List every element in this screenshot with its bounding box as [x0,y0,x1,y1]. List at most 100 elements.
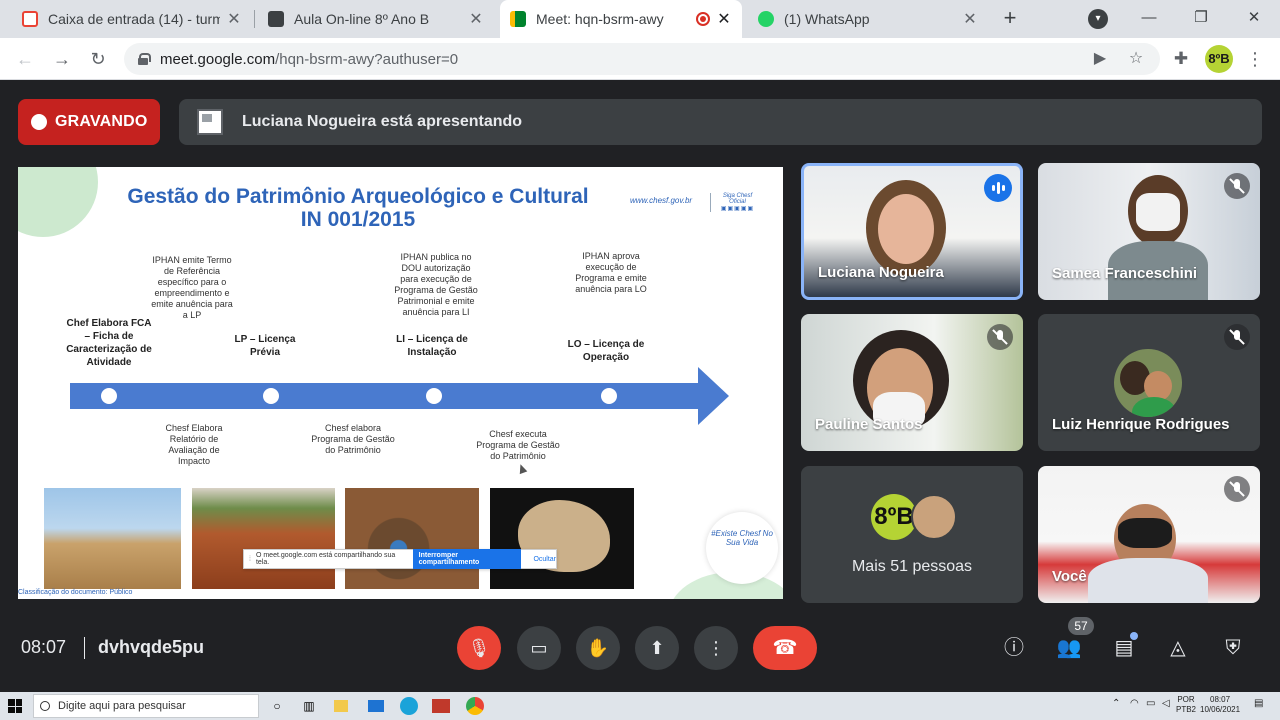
more-options-button[interactable]: ⋮ [694,626,738,670]
mail-icon[interactable] [368,700,384,712]
close-icon[interactable]: ✕ [226,9,242,29]
forward-arrow-icon[interactable]: → [50,47,74,71]
participant-tile[interactable]: Luciana Nogueira [801,163,1023,300]
end-call-button[interactable]: ☎ [753,626,817,670]
participant-name: Pauline Santos [815,416,923,433]
gmail-icon [22,11,38,27]
slide-stage-label: LI – Licença de Instalação [396,334,468,358]
tab-meet[interactable]: Meet: hqn-bsrm-awy ✕ [500,0,742,38]
profile-avatar[interactable]: 8ºB [1205,45,1233,73]
drag-handle-icon[interactable]: ⁞ [249,556,251,563]
host-controls-shield-icon[interactable]: ⛨ [1219,634,1247,662]
self-view-tile[interactable]: Você [1038,466,1260,603]
social-icons: ▣▣▣▣▣ [720,206,755,212]
participant-tile[interactable]: Pauline Santos [801,314,1023,451]
avatar [1114,349,1182,417]
back-arrow-icon[interactable]: ← [13,47,37,71]
raise-hand-button[interactable]: ✋ [576,626,620,670]
excavation-photo [192,488,335,589]
more-vert-icon: ⋮ [707,638,725,658]
close-icon[interactable]: ✕ [962,9,978,29]
tab-title: Caixa de entrada (14) - turm [48,11,220,27]
camera-toggle-button[interactable]: ▭ [517,626,561,670]
close-icon[interactable]: ✕ [468,9,484,29]
people-icon[interactable]: 👥 [1055,634,1083,662]
maximize-button[interactable]: ❐ [1184,4,1218,32]
participant-tile[interactable]: Luiz Henrique Rodrigues [1038,314,1260,451]
input-language[interactable]: POR PTB2 [1176,695,1196,715]
taskbar-clock[interactable]: 08:07 10/06/2021 [1200,695,1240,715]
tab-gmail[interactable]: Caixa de entrada (14) - turm ✕ [12,0,252,38]
camera-icon[interactable]: ▶ [1090,49,1110,69]
battery-icon[interactable]: ▭ [1146,698,1155,709]
participant-tile[interactable]: Samea Franceschini [1038,163,1260,300]
browser-menu-icon[interactable]: ⋮ [1246,48,1264,70]
meet-icon [510,11,526,27]
slide-note-bottom: Chesf executa Programa de Gestão do Patr… [476,429,560,461]
slide-title: Gestão do Patrimônio Arqueológico e Cult… [18,185,698,231]
url-text: meet.google.com/hqn-bsrm-awy?authuser=0 [160,51,458,68]
recording-label: GRAVANDO [55,113,148,130]
timeline-node [601,388,617,404]
slide-stage-label: LO – Licença de Operação [567,339,645,363]
slide-title-line2: IN 001/2015 [300,208,416,231]
tab-title: (1) WhatsApp [784,11,870,27]
hide-notice-button[interactable]: Ocultar [533,556,556,563]
slide-social: Siga Chesf Oficial ▣▣▣▣▣ [710,193,760,212]
people-count-badge: 57 [1068,617,1094,635]
timeline-arrowhead [698,367,729,425]
volume-icon[interactable]: ◁ [1162,698,1170,709]
network-icon[interactable]: ◠ [1130,698,1139,709]
meeting-info-icon[interactable]: ⓘ [1000,634,1028,662]
search-icon [40,701,50,711]
mic-off-icon [1224,476,1250,502]
task-view-icon[interactable]: ▥ [300,697,318,715]
screen-share-notice: ⁞ O meet.google.com está compartilhando … [243,549,557,569]
minimize-button[interactable]: — [1132,4,1166,32]
present-icon: ⬆ [649,638,665,658]
lock-icon[interactable] [138,53,151,65]
url-path: /hqn-bsrm-awy?authuser=0 [275,50,459,68]
timeline-node [426,388,442,404]
extensions-puzzle-icon[interactable]: ✚ [1170,48,1192,70]
window-close-button[interactable]: ✕ [1237,4,1271,32]
slide-note-top: IPHAN publica no DOU autorização para ex… [394,252,478,317]
activities-icon[interactable]: ◬ [1164,634,1192,662]
app-icon[interactable] [432,699,450,713]
present-screen-button[interactable]: ⬆ [635,626,679,670]
windows-start-icon[interactable] [8,699,22,713]
tray-chevron-icon[interactable]: ⌃ [1112,698,1120,709]
tab-title: Aula On-line 8º Ano B [294,11,430,27]
whatsapp-icon [758,11,774,27]
taskbar-search-box[interactable]: Digite aqui para pesquisar [33,694,259,718]
cortana-icon[interactable]: ○ [268,697,286,715]
timeline-node [263,388,279,404]
divider [84,637,85,659]
excavation-photo [44,488,181,589]
avatar-photo [1132,397,1176,417]
mic-toggle-button[interactable]: 🎙 [457,626,501,670]
artifact-photo [490,488,634,589]
notification-center-icon[interactable]: ▤ [1254,698,1263,709]
meet-stage: GRAVANDO Luciana Nogueira está apresenta… [0,80,1280,692]
browser-toolbar: ← → ↻ meet.google.com/hqn-bsrm-awy?authu… [0,38,1280,80]
phone-hangup-icon: ☎ [772,637,798,659]
address-bar[interactable]: meet.google.com/hqn-bsrm-awy?authuser=0 … [124,43,1160,75]
more-participants-tile[interactable]: 8ºB Mais 51 pessoas [801,466,1023,603]
edge-icon[interactable] [400,697,418,715]
tab-whatsapp[interactable]: (1) WhatsApp ✕ [748,0,988,38]
reload-icon[interactable]: ↻ [86,47,110,71]
slide-social-label: Siga Chesf Oficial [722,193,753,205]
tab-title: Meet: hqn-bsrm-awy [536,11,664,27]
close-icon[interactable]: ✕ [716,9,732,29]
file-explorer-icon[interactable] [334,700,348,712]
tab-search-icon[interactable]: ▾ [1088,9,1108,29]
new-tab-button[interactable]: + [998,6,1022,32]
slide-stage-label: Chef Elabora FCA – Ficha de Caracterizaç… [66,318,152,368]
classroom-icon [268,11,284,27]
tab-classroom[interactable]: Aula On-line 8º Ano B ✕ [258,0,494,38]
stop-sharing-button[interactable]: Interromper compartilhamento [412,549,522,569]
avatar-stack: 8ºB [871,494,961,540]
bookmark-star-icon[interactable]: ☆ [1126,49,1146,69]
chrome-icon[interactable] [466,697,484,715]
